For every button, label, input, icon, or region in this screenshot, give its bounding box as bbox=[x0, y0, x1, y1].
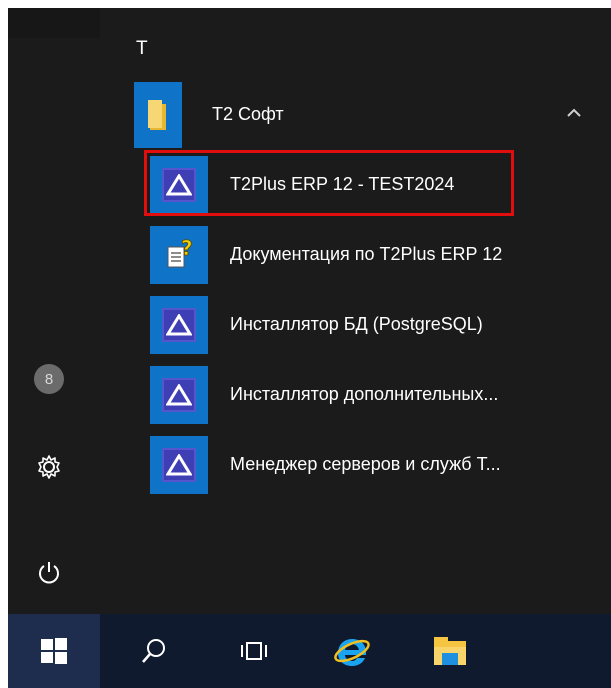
t2plus-delta-icon bbox=[150, 366, 208, 424]
power-icon[interactable] bbox=[34, 558, 64, 588]
folder-icon bbox=[134, 82, 182, 148]
avatar-glyph: 8 bbox=[44, 370, 54, 388]
app-list: T T2 Софт T2Plus ERP 12 - TEST2024 ? Док… bbox=[100, 8, 611, 614]
chevron-up-icon[interactable] bbox=[565, 106, 583, 120]
app-item-t2plus-test2024[interactable]: T2Plus ERP 12 - TEST2024 bbox=[144, 150, 611, 218]
folder-label: T2 Софт bbox=[212, 104, 284, 124]
app-label: Документация по T2Plus ERP 12 bbox=[230, 244, 503, 264]
file-explorer-icon[interactable] bbox=[412, 614, 488, 688]
windows-start-icon[interactable] bbox=[8, 614, 100, 688]
app-item-server-manager[interactable]: Менеджер серверов и служб Т... bbox=[146, 432, 611, 498]
app-item-db-installer[interactable]: Инсталлятор БД (PostgreSQL) bbox=[146, 292, 611, 358]
start-menu: 8 T T2 Софт T2Plus ERP 12 - TEST2024 ? Д… bbox=[8, 8, 611, 614]
folder-row-t2-soft[interactable]: T2 Софт bbox=[134, 82, 611, 148]
svg-text:?: ? bbox=[181, 237, 193, 260]
app-item-additional-installer[interactable]: Инсталлятор дополнительных... bbox=[146, 362, 611, 428]
gear-icon[interactable] bbox=[34, 452, 64, 482]
taskbar bbox=[8, 614, 611, 688]
user-avatar-icon[interactable]: 8 bbox=[34, 364, 64, 394]
task-view-icon[interactable] bbox=[216, 614, 292, 688]
group-letter-header[interactable]: T bbox=[136, 38, 148, 60]
t2plus-delta-icon bbox=[150, 156, 208, 214]
search-icon[interactable] bbox=[116, 614, 192, 688]
rail-top-shade bbox=[8, 8, 100, 38]
start-left-rail: 8 bbox=[8, 8, 100, 614]
app-label: Инсталлятор БД (PostgreSQL) bbox=[230, 314, 483, 334]
t2plus-delta-icon bbox=[150, 436, 208, 494]
help-document-icon: ? bbox=[150, 226, 208, 284]
app-label: Менеджер серверов и служб Т... bbox=[230, 454, 501, 474]
app-label: T2Plus ERP 12 - TEST2024 bbox=[230, 174, 455, 194]
app-label: Инсталлятор дополнительных... bbox=[230, 384, 499, 404]
internet-explorer-icon[interactable] bbox=[314, 614, 390, 688]
app-item-documentation[interactable]: ? Документация по T2Plus ERP 12 bbox=[146, 222, 611, 288]
t2plus-delta-icon bbox=[150, 296, 208, 354]
